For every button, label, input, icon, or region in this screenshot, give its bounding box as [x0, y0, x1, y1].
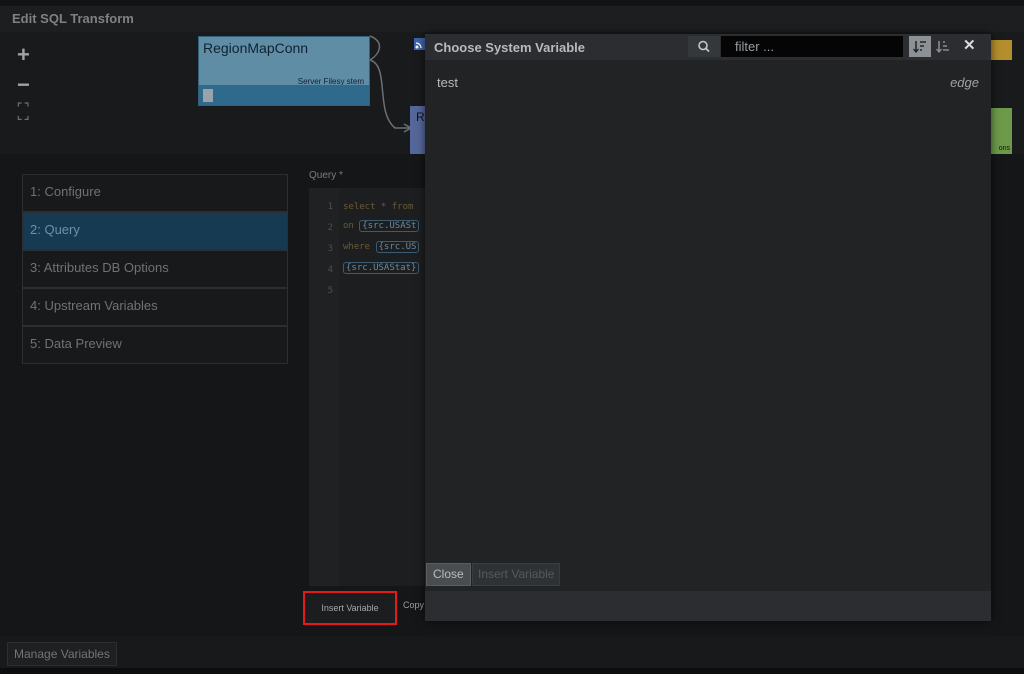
step-upstream-variables[interactable]: 4: Upstream Variables [22, 288, 288, 326]
sql-editor[interactable]: 1 2 3 4 5 select * from on {src.USASt wh… [309, 188, 425, 586]
line-number: 4 [327, 265, 333, 275]
sort-descending-icon[interactable] [932, 36, 954, 57]
modal-insert-variable-button[interactable]: Insert Variable [472, 563, 561, 586]
zoom-in-icon[interactable]: + [17, 42, 30, 68]
code-line: on {src.USASt [343, 220, 420, 232]
close-button[interactable]: Close [426, 563, 471, 586]
search-icon[interactable] [688, 36, 720, 57]
filter-input[interactable] [721, 36, 903, 57]
query-label: Query * [309, 170, 343, 181]
node-r[interactable]: R [410, 38, 426, 154]
variable-token[interactable]: {src.USASt [359, 220, 420, 232]
code-text: where [343, 242, 376, 252]
modal-header: Choose System Variable filter ... ✕ [425, 34, 991, 60]
line-gutter: 1 2 3 4 5 [309, 188, 339, 586]
close-icon[interactable]: ✕ [963, 36, 976, 54]
node-r-label: R [416, 110, 425, 124]
variable-scope: edge [950, 75, 979, 90]
line-number: 1 [327, 202, 333, 212]
node-green-label: ons [998, 145, 1010, 152]
dialog-title: Edit SQL Transform [12, 11, 134, 26]
dialog-footer [0, 636, 1024, 668]
node-regionmapconn[interactable]: RegionMapConn Server Filesy stem [198, 36, 370, 106]
node-green[interactable]: ons [988, 108, 1012, 154]
variable-token[interactable]: {src.USAStat} [343, 262, 420, 274]
line-number: 3 [327, 244, 333, 254]
code-text: on [343, 221, 360, 231]
fit-to-screen-icon[interactable]: ⌜⌝ ⌞⌟ [17, 103, 31, 122]
wizard-steps: 1: Configure 2: Query 3: Attributes DB O… [22, 174, 288, 364]
code-line: select * from [343, 202, 413, 212]
choose-system-variable-modal: Choose System Variable filter ... ✕ test… [425, 34, 991, 621]
step-data-preview[interactable]: 5: Data Preview [22, 326, 288, 364]
variable-token[interactable]: {src.US [375, 241, 420, 253]
modal-title: Choose System Variable [434, 40, 586, 55]
step-configure[interactable]: 1: Configure [22, 174, 288, 212]
variable-name: test [437, 75, 458, 90]
node-title: RegionMapConn [203, 40, 309, 56]
step-attributes-db-options[interactable]: 3: Attributes DB Options [22, 250, 288, 288]
step-query[interactable]: 2: Query [22, 212, 288, 250]
dialog-titlebar: Edit SQL Transform [0, 6, 1024, 32]
code-line: {src.USAStat} [343, 262, 420, 274]
node-yellow[interactable] [990, 40, 1012, 60]
code-line: where {src.US [343, 241, 420, 253]
code-text: select * from [343, 202, 414, 212]
copy-button[interactable]: Copy [403, 600, 424, 610]
zoom-out-icon[interactable]: − [17, 72, 30, 98]
sort-ascending-icon[interactable] [909, 36, 931, 57]
line-number: 5 [327, 286, 333, 296]
line-number: 2 [327, 223, 333, 233]
insert-variable-button[interactable]: Insert Variable [303, 591, 397, 625]
modal-footer [425, 591, 991, 621]
document-icon [203, 89, 213, 102]
manage-variables-button[interactable]: Manage Variables [7, 642, 117, 666]
node-footer [199, 85, 369, 105]
